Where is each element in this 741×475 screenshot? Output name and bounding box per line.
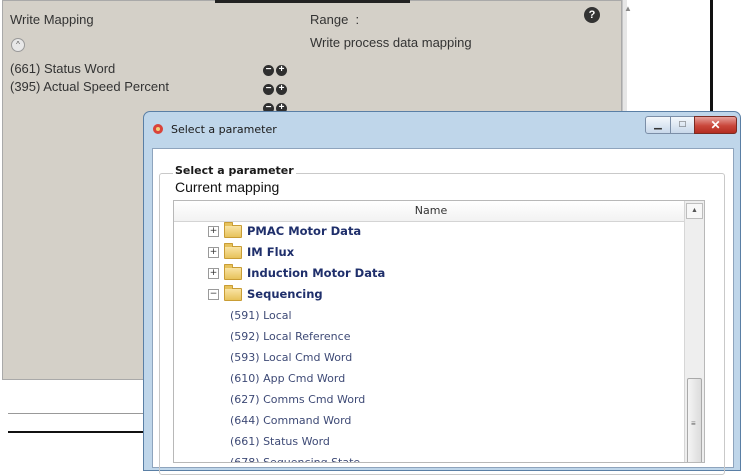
remove-icon[interactable]: − — [263, 65, 274, 76]
minimize-button[interactable]: ▁ — [645, 116, 671, 134]
help-icon[interactable]: ? — [584, 7, 600, 23]
groupbox-title: Select a parameter — [173, 164, 296, 177]
current-mapping-label: Current mapping — [175, 179, 280, 195]
remove-icon[interactable]: − — [263, 84, 274, 95]
app-icon — [153, 124, 163, 134]
name-column-header[interactable]: Name — [174, 201, 688, 222]
tree-item-parameter[interactable]: (592) Local Reference — [230, 326, 350, 346]
tree-folder-pmac-motor-data[interactable]: + PMAC Motor Data — [208, 221, 361, 241]
scroll-up-icon[interactable]: ▲ — [686, 203, 703, 219]
maximize-button[interactable]: □ — [670, 116, 695, 134]
divider-line — [8, 431, 153, 433]
close-button[interactable]: ✕ — [694, 116, 737, 134]
folder-icon — [224, 221, 242, 238]
tree-folder-sequencing[interactable]: − Sequencing — [208, 284, 323, 304]
scroll-up-icon[interactable]: ▲ — [624, 4, 632, 13]
divider-line — [8, 413, 148, 414]
tree-item-parameter[interactable]: (610) App Cmd Word — [230, 368, 345, 388]
collapse-icon[interactable]: − — [208, 288, 219, 300]
tree-item-parameter[interactable]: (678) Sequencing State — [230, 452, 360, 463]
tree-item-parameter[interactable]: (661) Status Word — [230, 431, 330, 451]
dialog-title: Select a parameter — [171, 123, 277, 136]
tree-item-parameter[interactable]: (644) Command Word — [230, 410, 351, 430]
range-label: Range : — [310, 12, 360, 27]
folder-icon — [224, 242, 242, 259]
range-value: Write process data mapping — [310, 35, 472, 50]
mapping-item-actions: − + — [263, 65, 287, 76]
add-icon[interactable]: + — [276, 65, 287, 76]
collapse-icon[interactable]: ^ — [11, 38, 25, 52]
tree-item-parameter[interactable]: (591) Local — [230, 305, 292, 325]
mapping-item-actions: − + — [263, 84, 287, 95]
folder-icon — [224, 263, 242, 280]
divider-line-vertical — [710, 0, 713, 118]
tree-item-parameter[interactable]: (627) Comms Cmd Word — [230, 389, 365, 409]
mapping-item[interactable]: (661) Status Word — [10, 61, 115, 76]
grip-icon: ≡ — [691, 419, 696, 428]
folder-open-icon — [224, 284, 242, 301]
write-mapping-label: Write Mapping — [10, 12, 94, 27]
expand-icon[interactable]: + — [208, 246, 219, 258]
expand-icon[interactable]: + — [208, 225, 219, 237]
tree-scrollbar[interactable]: ▲ ≡ — [684, 201, 704, 462]
scroll-thumb[interactable]: ≡ — [687, 378, 702, 462]
expand-icon[interactable]: + — [208, 267, 219, 279]
tree-folder-induction-motor-data[interactable]: + Induction Motor Data — [208, 263, 385, 283]
tree-item-parameter[interactable]: (593) Local Cmd Word — [230, 347, 352, 367]
parameter-tree[interactable]: Name ▲ ≡ + PMAC Motor Data + IM Flux + I… — [173, 200, 705, 463]
add-icon[interactable]: + — [276, 84, 287, 95]
tree-folder-im-flux[interactable]: + IM Flux — [208, 242, 294, 262]
divider-line — [215, 0, 410, 3]
mapping-item[interactable]: (395) Actual Speed Percent — [10, 79, 169, 94]
